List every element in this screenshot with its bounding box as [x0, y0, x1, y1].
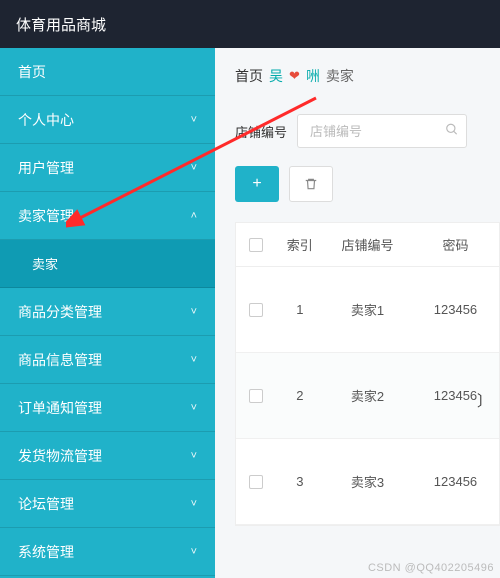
cell-password: 123456 [412, 474, 499, 489]
cell-index: 1 [277, 302, 323, 317]
chevron-up-icon: ˄ [191, 210, 197, 222]
text-cursor-icon: 〕 [477, 390, 492, 411]
row-checkbox[interactable] [249, 389, 263, 403]
row-checkbox-cell [236, 303, 277, 317]
sidebar-item-label: 商品信息管理 [18, 350, 102, 370]
chevron-down-icon: ˅ [191, 114, 197, 126]
sidebar-item-category[interactable]: 商品分类管理 ˅ [0, 288, 215, 336]
filter-input-wrap [297, 114, 467, 148]
sidebar-item-forum[interactable]: 论坛管理 ˅ [0, 480, 215, 528]
sidebar-item-label: 首页 [18, 62, 46, 82]
sidebar-item-label: 个人中心 [18, 110, 74, 130]
header-checkbox-cell [236, 238, 277, 252]
sidebar-item-label: 订单通知管理 [18, 398, 102, 418]
breadcrumb-current: 卖家 [326, 66, 354, 86]
sidebar-item-label: 用户管理 [18, 158, 74, 178]
app-header: 体育用品商城 [0, 0, 500, 48]
sidebar-item-label: 卖家管理 [18, 206, 74, 226]
sidebar-item-users[interactable]: 用户管理 ˅ [0, 144, 215, 192]
sidebar-subitem-seller[interactable]: 卖家 [0, 240, 215, 288]
filter-row: 店铺编号 [235, 114, 500, 148]
breadcrumb-home[interactable]: 首页 [235, 66, 263, 86]
table-row: 1 卖家1 123456 [236, 267, 499, 353]
sidebar: 首页 个人中心 ˅ 用户管理 ˅ 卖家管理 ˄ 卖家 商品分类管理 ˅ 商品信息… [0, 48, 215, 578]
cell-index: 2 [277, 388, 323, 403]
header-index: 索引 [277, 235, 323, 254]
select-all-checkbox[interactable] [249, 238, 263, 252]
sidebar-item-system[interactable]: 系统管理 ˅ [0, 528, 215, 576]
sidebar-item-sellers[interactable]: 卖家管理 ˄ [0, 192, 215, 240]
sidebar-item-label: 卖家 [32, 254, 58, 273]
heart-icon: ❤ [289, 68, 300, 84]
action-buttons: + [235, 166, 500, 202]
chevron-down-icon: ˅ [191, 162, 197, 174]
breadcrumb: 首页 吴 ❤ 㖄 卖家 [235, 66, 500, 86]
row-checkbox[interactable] [249, 303, 263, 317]
sidebar-item-product[interactable]: 商品信息管理 ˅ [0, 336, 215, 384]
sidebar-item-label: 发货物流管理 [18, 446, 102, 466]
table-row: 2 卖家2 123456 [236, 353, 499, 439]
breadcrumb-user2: 㖄 [306, 66, 320, 86]
chevron-down-icon: ˅ [191, 546, 197, 558]
sidebar-item-label: 论坛管理 [18, 494, 74, 514]
cell-shop: 卖家2 [323, 386, 412, 405]
sidebar-item-home[interactable]: 首页 [0, 48, 215, 96]
delete-button[interactable] [289, 166, 333, 202]
add-button[interactable]: + [235, 166, 279, 202]
main-content: 首页 吴 ❤ 㖄 卖家 店铺编号 + 索引 店铺编号 密码 [215, 48, 500, 578]
cell-index: 3 [277, 474, 323, 489]
row-checkbox-cell [236, 475, 277, 489]
sidebar-item-shipping[interactable]: 发货物流管理 ˅ [0, 432, 215, 480]
header-shop: 店铺编号 [323, 235, 412, 254]
layout: 首页 个人中心 ˅ 用户管理 ˅ 卖家管理 ˄ 卖家 商品分类管理 ˅ 商品信息… [0, 48, 500, 578]
sidebar-item-ordernotice[interactable]: 订单通知管理 ˅ [0, 384, 215, 432]
cell-shop: 卖家1 [323, 300, 412, 319]
row-checkbox-cell [236, 389, 277, 403]
shop-number-input[interactable] [297, 114, 467, 148]
sidebar-item-label: 商品分类管理 [18, 302, 102, 322]
data-table: 索引 店铺编号 密码 1 卖家1 123456 2 卖家2 123456 3 卖… [235, 222, 500, 526]
breadcrumb-user1: 吴 [269, 66, 283, 86]
filter-label: 店铺编号 [235, 122, 287, 141]
watermark: CSDN @QQ402205496 [368, 562, 494, 574]
chevron-down-icon: ˅ [191, 450, 197, 462]
cell-shop: 卖家3 [323, 472, 412, 491]
chevron-down-icon: ˅ [191, 354, 197, 366]
cell-password: 123456 [412, 302, 499, 317]
sidebar-item-profile[interactable]: 个人中心 ˅ [0, 96, 215, 144]
table-header: 索引 店铺编号 密码 [236, 223, 499, 267]
chevron-down-icon: ˅ [191, 306, 197, 318]
row-checkbox[interactable] [249, 475, 263, 489]
search-icon[interactable] [445, 123, 459, 140]
sidebar-item-label: 系统管理 [18, 542, 74, 562]
header-password: 密码 [412, 235, 499, 254]
app-title: 体育用品商城 [16, 14, 106, 35]
chevron-down-icon: ˅ [191, 402, 197, 414]
table-row: 3 卖家3 123456 [236, 439, 499, 525]
chevron-down-icon: ˅ [191, 498, 197, 510]
